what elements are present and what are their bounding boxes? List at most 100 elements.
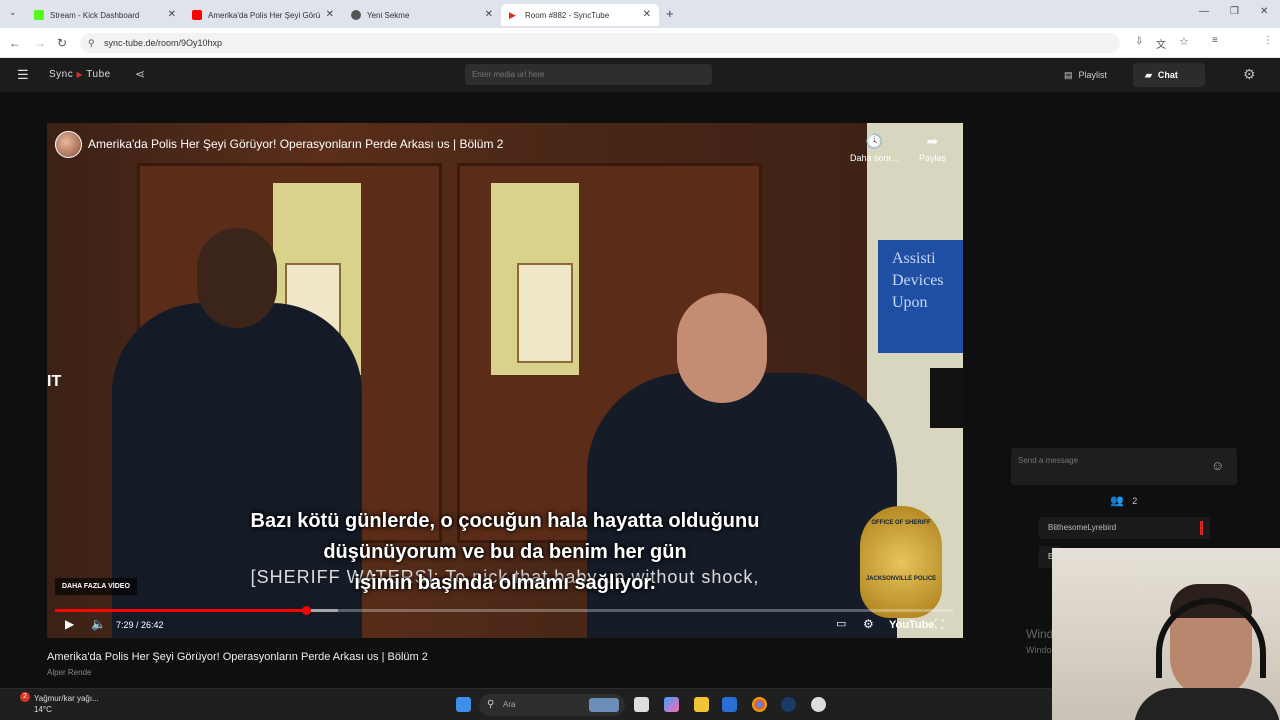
synctube-header: ☰ Sync ▶ Tube ⋖ ▤ Playlist ▰ Chat ⚙ xyxy=(0,58,1280,92)
progress-bar[interactable] xyxy=(55,606,953,615)
users-count-value: 2 xyxy=(1132,496,1138,506)
reading-list-icon[interactable]: ≡ xyxy=(1212,35,1218,46)
bookmark-star-icon[interactable]: ☆ xyxy=(1179,35,1189,48)
message-box: ☺ xyxy=(1011,448,1237,485)
install-icon[interactable]: ⇩ xyxy=(1135,36,1143,47)
search-label: Ara xyxy=(503,700,516,709)
settings-gear-icon[interactable]: ⚙ xyxy=(1243,66,1256,83)
chat-bubble-icon: ▰ xyxy=(1145,69,1152,80)
scene-frame-2 xyxy=(517,263,573,363)
forward-arrow-icon[interactable]: → xyxy=(34,36,46,50)
new-tab-plus-icon[interactable]: + xyxy=(666,6,674,21)
tab-list-chevron-icon[interactable]: ⌄ xyxy=(9,7,17,18)
media-url-input[interactable] xyxy=(465,64,712,85)
url-text: sync-tube.de/room/9Oy10hxp xyxy=(104,38,223,48)
share-video-button[interactable]: ➦ Paylaş xyxy=(919,133,946,163)
file-explorer-icon[interactable] xyxy=(694,697,709,712)
sign-text: Assisti Devices Upon xyxy=(892,250,944,311)
tab-label: Yeni Sekme xyxy=(367,10,410,20)
logo-right-text: Tube xyxy=(86,69,111,80)
scene-assist-sign: Assisti Devices Upon xyxy=(878,240,963,353)
chrome-icon xyxy=(351,10,361,20)
close-icon[interactable]: ✕ xyxy=(485,9,493,20)
hamburger-menu-icon[interactable]: ☰ xyxy=(17,67,29,83)
tab-kick-dashboard[interactable]: Stream - Kick Dashboard ✕ xyxy=(26,4,184,26)
webcam-person-body xyxy=(1134,688,1280,720)
watch-later-button[interactable]: 🕓 Daha sonr... xyxy=(850,133,899,163)
browser-tab-bar: ⌄ Stream - Kick Dashboard ✕ Amerika'da P… xyxy=(0,0,1280,28)
synctube-icon: ▶ xyxy=(509,10,516,20)
message-input[interactable] xyxy=(1018,456,1198,465)
captions-icon[interactable]: ▭ xyxy=(836,617,846,630)
tab-label: Amerika'da Polis Her Şeyi Görü xyxy=(208,10,321,20)
more-videos-button[interactable]: DAHA FAZLA VİDEO xyxy=(55,578,137,595)
progress-played xyxy=(55,609,307,612)
translate-icon[interactable]: 文 xyxy=(1156,36,1166,51)
users-count: 👥 2 xyxy=(1110,494,1137,507)
channel-avatar[interactable] xyxy=(55,131,82,158)
left-edge-text: IT xyxy=(47,373,62,390)
search-highlight-image xyxy=(589,698,619,712)
window-close-icon[interactable]: ✕ xyxy=(1260,6,1268,17)
chrome-taskbar-icon[interactable] xyxy=(752,697,767,712)
taskbar-search[interactable]: ⚲ Ara xyxy=(479,694,625,716)
reload-icon[interactable]: ↻ xyxy=(57,36,67,50)
share-arrow-icon: ➦ xyxy=(926,133,939,149)
user-name: BlithesomeLyrebird xyxy=(1048,523,1117,532)
back-arrow-icon[interactable]: ← xyxy=(9,36,21,50)
officer-right-head xyxy=(677,293,767,403)
watermark-line-1: Wind xyxy=(1026,627,1054,641)
close-icon[interactable]: ✕ xyxy=(643,9,651,20)
user-list-item[interactable]: BlithesomeLyrebird xyxy=(1039,517,1210,539)
playlist-button[interactable]: ▤ Playlist xyxy=(1052,63,1119,87)
chat-button[interactable]: ▰ Chat xyxy=(1133,63,1205,87)
close-icon[interactable]: ✕ xyxy=(326,9,334,20)
emoji-icon[interactable]: ☺ xyxy=(1211,458,1224,473)
search-icon: ⚲ xyxy=(487,699,495,710)
users-icon: 👥 xyxy=(1110,495,1124,507)
notification-badge: 2 xyxy=(20,692,30,702)
video-overlay-title[interactable]: Amerika'da Polis Her Şeyi Görüyor! Opera… xyxy=(88,137,503,151)
tab-synctube-room[interactable]: ▶ Room #882 - SyncTube ✕ xyxy=(501,4,659,26)
share-icon[interactable]: ⋖ xyxy=(135,67,145,81)
tab-label: Stream - Kick Dashboard xyxy=(50,10,140,20)
youtube-icon xyxy=(192,10,202,20)
tab-new-tab[interactable]: Yeni Sekme ✕ xyxy=(343,4,501,26)
logo-left-text: Sync xyxy=(49,69,74,80)
browser-menu-icon[interactable]: ⋮ xyxy=(1263,35,1273,46)
settings-icon[interactable]: ⚙ xyxy=(863,617,874,631)
steam-icon[interactable] xyxy=(781,697,796,712)
subtitle-line-2: düşünüyorum ve bu da benim her gün xyxy=(323,541,687,563)
copilot-icon[interactable] xyxy=(664,697,679,712)
video-player[interactable]: Assisti Devices Upon OFFICE OF SHERIFF J… xyxy=(47,123,963,638)
windows-start-icon[interactable] xyxy=(456,697,471,712)
windows-taskbar: Yağmur/kar yağı... 14°C 2 ⚲ Ara xyxy=(0,688,1052,720)
scene-black-sign xyxy=(930,368,963,428)
fullscreen-icon[interactable]: ⛶ xyxy=(935,617,943,632)
officer-right-silhouette xyxy=(587,373,897,638)
app-icon[interactable] xyxy=(811,697,826,712)
minimize-icon[interactable]: — xyxy=(1199,6,1209,17)
store-icon[interactable] xyxy=(722,697,737,712)
share-label: Paylaş xyxy=(919,153,947,163)
task-view-icon[interactable] xyxy=(634,697,649,712)
channel-name[interactable]: Alper Rende xyxy=(47,668,91,677)
watch-later-label: Daha sonr... xyxy=(850,153,899,163)
play-icon[interactable]: ▶ xyxy=(65,617,74,631)
close-icon[interactable]: ✕ xyxy=(168,9,176,20)
tab-youtube-video[interactable]: Amerika'da Polis Her Şeyi Görü ✕ xyxy=(184,4,342,26)
kick-icon xyxy=(34,10,44,20)
playlist-label: Playlist xyxy=(1078,70,1108,80)
synctube-logo[interactable]: Sync ▶ Tube xyxy=(49,69,111,80)
clock-icon: 🕓 xyxy=(865,133,883,149)
url-field[interactable]: ⚲ sync-tube.de/room/9Oy10hxp xyxy=(80,33,1120,53)
site-info-icon[interactable]: ⚲ xyxy=(88,33,95,53)
tab-label: Room #882 - SyncTube xyxy=(525,10,610,20)
youtube-logo[interactable]: YouTube xyxy=(889,619,934,631)
subtitle-line-3: işimin başında olmamı sağlıyor. xyxy=(354,572,656,594)
playlist-icon: ▤ xyxy=(1064,69,1073,80)
maximize-icon[interactable]: ❐ xyxy=(1230,6,1239,17)
play-triangle-icon: ▶ xyxy=(76,70,84,79)
volume-icon[interactable]: 🔈 xyxy=(91,617,106,631)
officer-left-head xyxy=(197,228,277,328)
